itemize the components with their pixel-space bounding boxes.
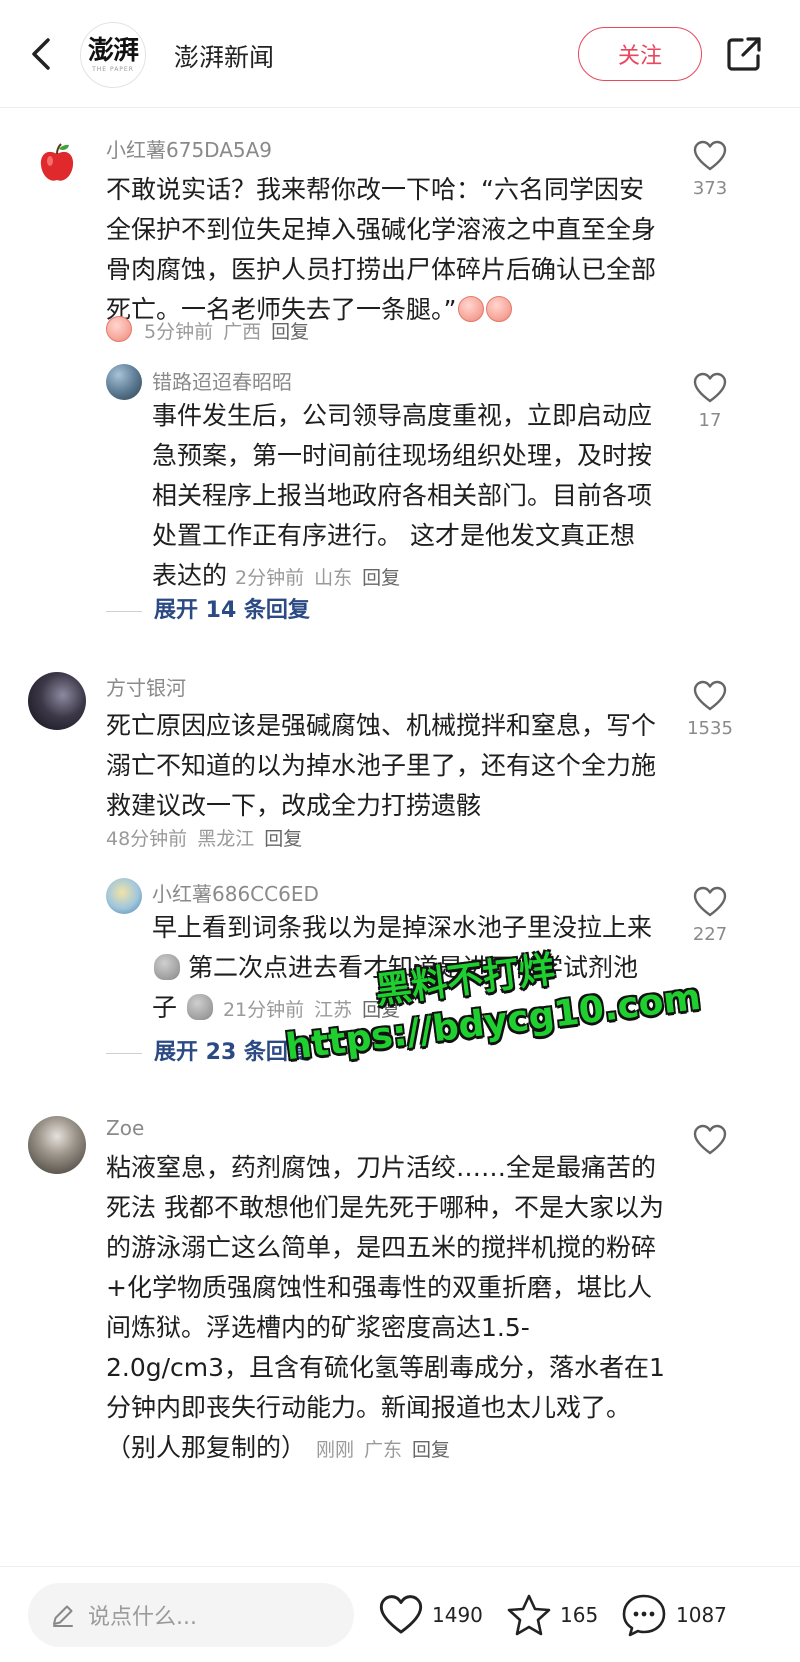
heart-icon[interactable]: [378, 1594, 424, 1636]
publisher-name[interactable]: 澎湃新闻: [174, 38, 274, 74]
divider: [106, 1052, 142, 1054]
comment-like[interactable]: 373: [680, 140, 740, 199]
bottom-action-bar: 说点什么... 1490 165 1087: [0, 1566, 800, 1662]
reply-username[interactable]: 错路迢迢春昭昭: [152, 366, 292, 395]
comment-like[interactable]: [680, 1124, 740, 1156]
comment-time: 48分钟前: [106, 828, 188, 850]
comment-meta: 刚刚 广东 回复: [316, 1439, 460, 1461]
comment-body: 粘液窒息，药剂腐蚀，刀片活绞……全是最痛苦的死法 我都不敢想他们是先死于哪种，不…: [106, 1153, 665, 1462]
follow-button[interactable]: 关注: [578, 27, 702, 81]
heart-icon[interactable]: [693, 372, 727, 404]
comment-time: 刚刚: [316, 1439, 355, 1461]
reply-location: 山东: [314, 567, 353, 589]
like-count: 373: [692, 178, 728, 199]
like-count: 17: [698, 410, 722, 431]
avatar[interactable]: [106, 364, 142, 400]
heart-icon[interactable]: [693, 140, 727, 172]
divider: [106, 610, 142, 612]
share-icon[interactable]: [724, 34, 764, 74]
poop-emoji-icon: [186, 994, 213, 1020]
comment-icon[interactable]: [620, 1592, 668, 1638]
avatar[interactable]: [106, 878, 142, 914]
logo-text: 澎湃: [87, 35, 139, 66]
reply-link[interactable]: 回复: [362, 567, 400, 589]
comment-body: 不敢说实话？我来帮你改一下哈：“六名同学因安全保护不到位失足掉入强碱化学溶液之中…: [106, 175, 657, 324]
avatar[interactable]: [28, 672, 86, 730]
favorite-action[interactable]: 165: [506, 1591, 598, 1639]
top-bar: 澎湃 THE PAPER 澎湃新闻 关注: [0, 0, 800, 108]
comment-location: 黑龙江: [197, 828, 255, 850]
peach-emoji-icon: [106, 316, 132, 342]
comment-username[interactable]: Zoe: [106, 1116, 144, 1140]
reply-link[interactable]: 回复: [264, 828, 302, 850]
comment-input-placeholder: 说点什么...: [88, 1605, 197, 1630]
reply-username[interactable]: 小红薯686CC6ED: [152, 878, 319, 907]
heart-icon[interactable]: [693, 1124, 727, 1156]
comment-action[interactable]: 1087: [620, 1591, 727, 1639]
comment-location: 广西: [223, 321, 262, 343]
comment-text: 死亡原因应该是强碱腐蚀、机械搅拌和窒息，写个溺亡不知道的以为掉水池子里了，还有这…: [106, 711, 657, 820]
comment-text: 粘液窒息，药剂腐蚀，刀片活绞……全是最痛苦的死法 我都不敢想他们是先死于哪种，不…: [106, 1148, 666, 1470]
comment-meta: 5分钟前 广西 回复: [106, 316, 319, 344]
logo-subtext: THE PAPER: [92, 65, 134, 73]
poop-emoji-icon: [154, 954, 180, 980]
reply-time: 2分钟前: [235, 567, 305, 589]
reply-text: 事件发生后，公司领导高度重视，立即启动应急预案，第一时间前往现场组织处理，及时按…: [152, 396, 657, 598]
expand-label: 展开 14 条回复: [154, 598, 310, 623]
comment-time: 5分钟前: [144, 321, 214, 343]
peach-emoji-icon: [486, 296, 513, 322]
apple-icon[interactable]: [38, 142, 76, 184]
back-icon[interactable]: [22, 34, 62, 74]
heart-icon[interactable]: [693, 680, 727, 712]
avatar[interactable]: [28, 1116, 86, 1174]
reply-body-a: 早上看到词条我以为是掉深水池子里没拉上来: [152, 913, 653, 942]
expand-replies-button[interactable]: 展开 23 条回复: [106, 1034, 310, 1066]
comment-like[interactable]: 1535: [680, 680, 740, 739]
comment-text: 不敢说实话？我来帮你改一下哈：“六名同学因安全保护不到位失足掉入强碱化学溶液之中…: [106, 170, 666, 330]
comment-username[interactable]: 方寸银河: [106, 672, 186, 701]
star-icon[interactable]: [506, 1593, 552, 1637]
pencil-icon: [53, 1605, 73, 1627]
favorite-count: 165: [560, 1603, 599, 1627]
reply-link[interactable]: 回复: [412, 1439, 450, 1461]
like-count: 1490: [432, 1603, 483, 1627]
reply-meta: 2分钟前 山东 回复: [235, 567, 410, 589]
expand-replies-button[interactable]: 展开 14 条回复: [106, 592, 310, 624]
peach-emoji-icon: [458, 296, 485, 322]
like-count: 1535: [687, 718, 733, 739]
reply-body: 事件发生后，公司领导高度重视，立即启动应急预案，第一时间前往现场组织处理，及时按…: [152, 401, 653, 590]
publisher-logo[interactable]: 澎湃 THE PAPER: [80, 22, 146, 88]
reply-link[interactable]: 回复: [271, 321, 309, 343]
like-action[interactable]: 1490: [378, 1591, 483, 1639]
heart-icon[interactable]: [693, 886, 727, 918]
comment-username[interactable]: 小红薯675DA5A9: [106, 134, 272, 163]
comment-meta: 48分钟前 黑龙江 回复: [106, 824, 312, 851]
comment-input[interactable]: 说点什么...: [28, 1583, 354, 1647]
reply-like[interactable]: 17: [680, 372, 740, 431]
comment-location: 广东: [364, 1439, 403, 1461]
comment-count: 1087: [676, 1603, 727, 1627]
